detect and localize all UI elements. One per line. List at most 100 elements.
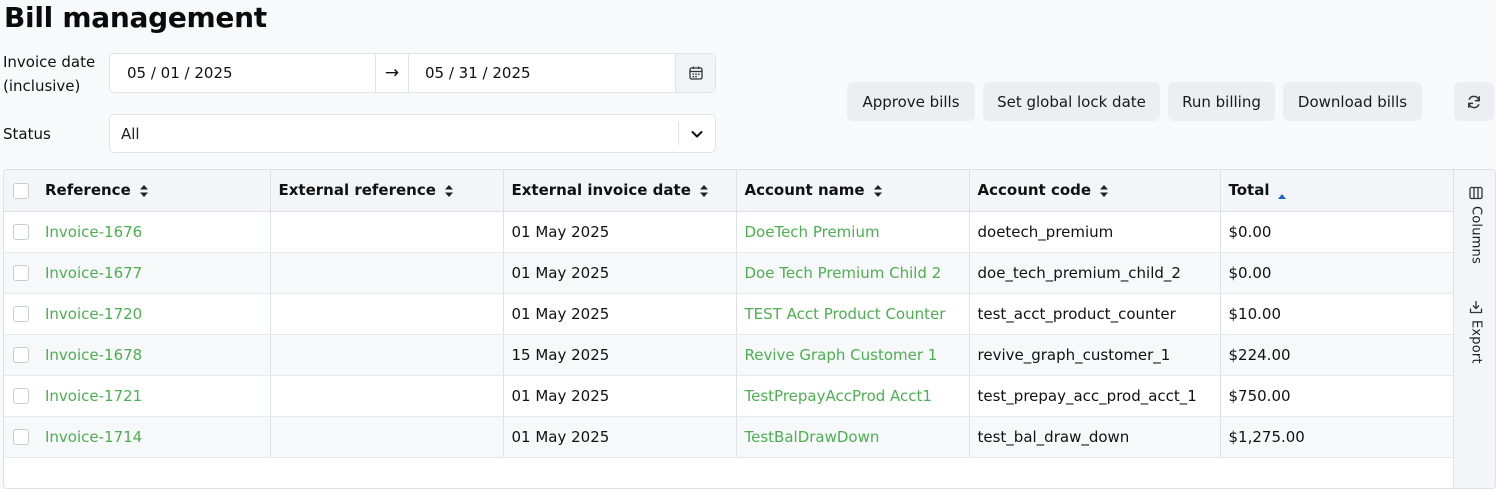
- row-select-cell: [4, 334, 37, 376]
- date-to-input[interactable]: 05 / 31 / 2025: [409, 54, 675, 92]
- account-name-link[interactable]: TEST Acct Product Counter: [736, 293, 970, 335]
- total-cell: $1,275.00: [1220, 416, 1454, 458]
- bills-table: Reference External reference External in…: [4, 170, 1454, 458]
- account-code-cell: test_prepay_acc_prod_acct_1: [969, 375, 1221, 417]
- column-header-external-invoice-date[interactable]: External invoice date: [503, 170, 737, 212]
- chevron-down-icon: [691, 130, 703, 137]
- set-global-lock-date-button[interactable]: Set global lock date: [983, 82, 1160, 121]
- column-header-label: Account name: [744, 181, 865, 200]
- total-cell: $10.00: [1220, 293, 1454, 335]
- column-header-account-code[interactable]: Account code: [969, 170, 1221, 212]
- export-panel-label: Export: [1468, 320, 1484, 364]
- external-invoice-date-cell: 15 May 2025: [503, 334, 737, 376]
- table-row: Invoice-1714 01 May 2025 TestBalDrawDown…: [4, 416, 1454, 458]
- total-cell: $0.00: [1220, 252, 1454, 294]
- approve-bills-button[interactable]: Approve bills: [847, 82, 975, 121]
- account-name-link[interactable]: TestBalDrawDown: [736, 416, 970, 458]
- account-name-link[interactable]: Doe Tech Premium Child 2: [736, 252, 970, 294]
- total-cell: $0.00: [1220, 211, 1454, 253]
- column-header-label: Account code: [977, 181, 1092, 200]
- external-invoice-date-cell: 01 May 2025: [503, 211, 737, 253]
- date-range-arrow-icon: →: [376, 54, 409, 92]
- account-code-cell: revive_graph_customer_1: [969, 334, 1221, 376]
- table-row: Invoice-1677 01 May 2025 Doe Tech Premiu…: [4, 252, 1454, 294]
- sort-icon[interactable]: [699, 184, 709, 198]
- external-invoice-date-cell: 01 May 2025: [503, 252, 737, 294]
- export-icon: [1469, 301, 1483, 314]
- reference-link[interactable]: Invoice-1720: [37, 293, 271, 335]
- columns-icon: [1469, 186, 1483, 200]
- row-select-cell: [4, 252, 37, 294]
- sort-icon[interactable]: [139, 184, 149, 198]
- run-billing-button[interactable]: Run billing: [1168, 82, 1275, 121]
- total-cell: $750.00: [1220, 375, 1454, 417]
- reference-link[interactable]: Invoice-1714: [37, 416, 271, 458]
- account-code-cell: test_bal_draw_down: [969, 416, 1221, 458]
- column-header-total[interactable]: Total: [1220, 170, 1454, 212]
- row-select-cell: [4, 375, 37, 417]
- account-name-link[interactable]: DoeTech Premium: [736, 211, 970, 253]
- sort-icon[interactable]: [444, 184, 454, 198]
- select-all-cell: [4, 170, 37, 212]
- column-header-reference[interactable]: Reference: [37, 170, 271, 212]
- column-header-label: Total: [1228, 180, 1270, 199]
- row-checkbox[interactable]: [12, 388, 29, 404]
- account-name-link[interactable]: Revive Graph Customer 1: [736, 334, 970, 376]
- invoice-date-label: Invoice date (inclusive): [3, 50, 95, 98]
- row-checkbox[interactable]: [12, 429, 29, 445]
- reference-link[interactable]: Invoice-1676: [37, 211, 271, 253]
- row-checkbox[interactable]: [12, 265, 29, 281]
- account-code-cell: test_acct_product_counter: [969, 293, 1221, 335]
- external-invoice-date-cell: 01 May 2025: [503, 293, 737, 335]
- external-invoice-date-cell: 01 May 2025: [503, 375, 737, 417]
- external-reference-cell: [270, 416, 504, 458]
- external-reference-cell: [270, 293, 504, 335]
- external-reference-cell: [270, 334, 504, 376]
- calendar-button[interactable]: [675, 54, 715, 92]
- export-panel-toggle[interactable]: Export: [1454, 300, 1495, 364]
- column-header-label: External invoice date: [511, 181, 691, 200]
- row-select-cell: [4, 416, 37, 458]
- grid-side-panel: Columns Export: [1453, 170, 1495, 488]
- download-bills-button[interactable]: Download bills: [1283, 82, 1422, 121]
- columns-panel-toggle[interactable]: Columns: [1454, 186, 1495, 264]
- row-checkbox[interactable]: [12, 224, 29, 240]
- invoice-date-label-line1: Invoice date: [3, 53, 96, 71]
- row-checkbox[interactable]: [12, 347, 29, 363]
- account-name-link[interactable]: TestPrepayAccProd Acct1: [736, 375, 970, 417]
- sort-asc-icon[interactable]: [1277, 193, 1287, 200]
- table-row: Invoice-1720 01 May 2025 TEST Acct Produ…: [4, 293, 1454, 335]
- select-all-checkbox[interactable]: [12, 182, 29, 199]
- external-reference-cell: [270, 252, 504, 294]
- reference-link[interactable]: Invoice-1678: [37, 334, 271, 376]
- calendar-icon: [688, 66, 703, 80]
- reference-link[interactable]: Invoice-1677: [37, 252, 271, 294]
- table-header-row: Reference External reference External in…: [4, 170, 1454, 212]
- reference-link[interactable]: Invoice-1721: [37, 375, 271, 417]
- account-code-cell: doetech_premium: [969, 211, 1221, 253]
- refresh-icon: [1468, 95, 1480, 108]
- bills-grid: Reference External reference External in…: [3, 169, 1496, 489]
- column-header-account-name[interactable]: Account name: [736, 170, 970, 212]
- row-checkbox[interactable]: [12, 306, 29, 322]
- sort-icon[interactable]: [873, 184, 883, 198]
- column-header-label: Reference: [45, 181, 131, 200]
- status-dropdown-toggle[interactable]: [678, 122, 715, 145]
- page-title: Bill management: [4, 1, 267, 34]
- table-body: Invoice-1676 01 May 2025 DoeTech Premium…: [4, 211, 1454, 458]
- columns-panel-label: Columns: [1468, 206, 1484, 264]
- total-cell: $224.00: [1220, 334, 1454, 376]
- sort-icon[interactable]: [1099, 184, 1109, 198]
- refresh-button[interactable]: [1454, 82, 1494, 121]
- status-select[interactable]: All: [109, 114, 716, 153]
- invoice-date-label-line2: (inclusive): [3, 77, 81, 95]
- table-row: Invoice-1678 15 May 2025 Revive Graph Cu…: [4, 334, 1454, 376]
- column-header-external-reference[interactable]: External reference: [270, 170, 504, 212]
- date-from-input[interactable]: 05 / 01 / 2025: [110, 54, 376, 92]
- invoice-date-range-picker[interactable]: 05 / 01 / 2025 → 05 / 31 / 2025: [109, 53, 716, 93]
- status-label: Status: [3, 125, 51, 143]
- status-select-value: All: [121, 124, 140, 143]
- table-row: Invoice-1721 01 May 2025 TestPrepayAccPr…: [4, 375, 1454, 417]
- account-code-cell: doe_tech_premium_child_2: [969, 252, 1221, 294]
- table-row: Invoice-1676 01 May 2025 DoeTech Premium…: [4, 211, 1454, 253]
